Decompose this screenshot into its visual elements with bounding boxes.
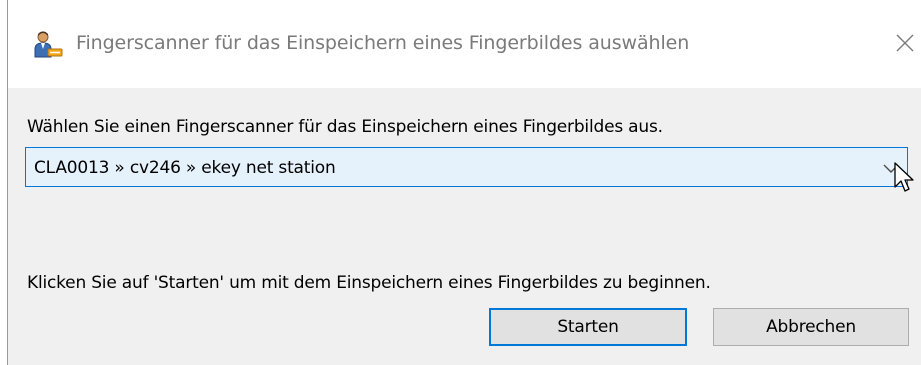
scanner-prompt-label: Wählen Sie einen Fingerscanner für das E… (27, 117, 663, 137)
start-hint-label: Klicken Sie auf 'Starten' um mit dem Ein… (27, 273, 711, 293)
mouse-pointer-icon (894, 162, 916, 196)
close-icon (896, 34, 914, 56)
window-title: Fingerscanner für das Einspeichern eines… (76, 32, 690, 54)
start-button[interactable]: Starten (489, 308, 687, 346)
close-button[interactable] (888, 28, 921, 62)
scanner-select[interactable]: CLA0013 » cv246 » ekey net station (25, 147, 908, 187)
title-bar[interactable]: Fingerscanner für das Einspeichern eines… (8, 0, 921, 88)
dialog-window: Fingerscanner für das Einspeichern eines… (0, 0, 921, 365)
cancel-button[interactable]: Abbrechen (713, 308, 909, 346)
dialog-content: Wählen Sie einen Fingerscanner für das E… (8, 88, 921, 365)
scanner-select-value: CLA0013 » cv246 » ekey net station (34, 158, 336, 178)
user-fingerprint-icon (34, 30, 64, 60)
